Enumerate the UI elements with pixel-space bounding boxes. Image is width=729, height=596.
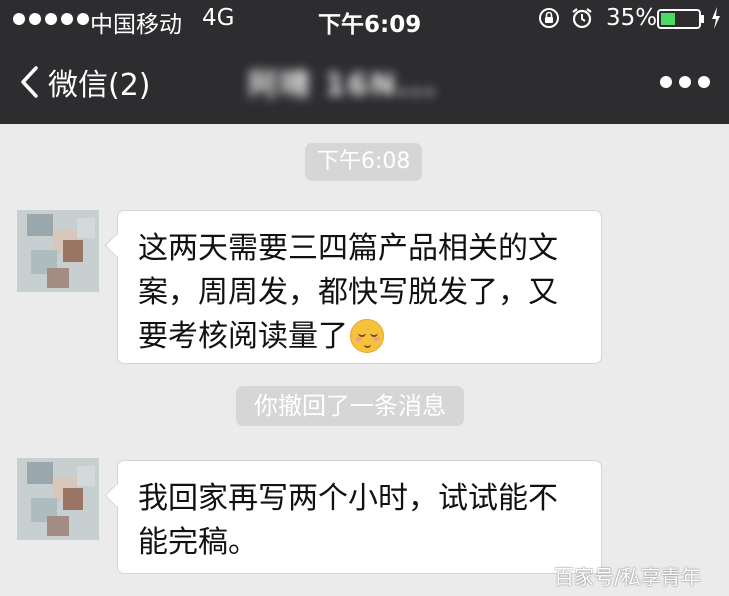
battery-icon [657,9,705,35]
alarm-clock-icon [571,7,593,35]
status-time: 下午6:09 [318,12,422,38]
message-bubble[interactable]: 这两天需要三四篇产品相关的文案，周周发，都快写脱发了，又要考核阅读量了 [104,210,602,364]
battery-percentage: 35% [606,5,658,31]
chat-contact-title: 阿晴 16N... [248,68,438,103]
back-button[interactable]: 微信(2) [48,60,151,104]
smiling-blush-emoji-icon [350,319,384,353]
charging-bolt-icon [711,7,721,35]
chat-header: 微信(2) 阿晴 16N... [0,38,729,124]
back-chevron-icon[interactable] [18,65,40,103]
message-text: 我回家再写两个小时，试试能不能完稿。 [138,481,558,560]
message-text: 这两天需要三四篇产品相关的文案，周周发，都快写脱发了，又要考核阅读量了 [138,231,558,354]
sender-avatar[interactable] [17,458,99,540]
bubble-tail [104,483,129,508]
rotation-lock-icon [538,7,560,35]
carrier-name: 中国移动 [90,12,182,38]
message-bubble[interactable]: 我回家再写两个小时，试试能不能完稿。 [104,460,602,574]
message-timestamp: 下午6:08 [305,143,423,181]
chat-message-list[interactable]: 下午6:08 这两天需要三四篇产品相关的文案，周周发，都快写脱发了，又要考核阅读… [0,124,729,596]
recall-notice: 你撤回了一条消息 [236,386,464,426]
more-options-icon[interactable] [660,76,710,88]
status-bar: 中国移动 4G 下午6:09 35% [0,0,729,38]
sender-avatar[interactable] [17,210,99,292]
signal-strength-icon [13,13,89,25]
network-type: 4G [202,5,235,31]
watermark: 百家号/私享青年 [554,565,701,589]
bubble-tail [104,233,129,258]
